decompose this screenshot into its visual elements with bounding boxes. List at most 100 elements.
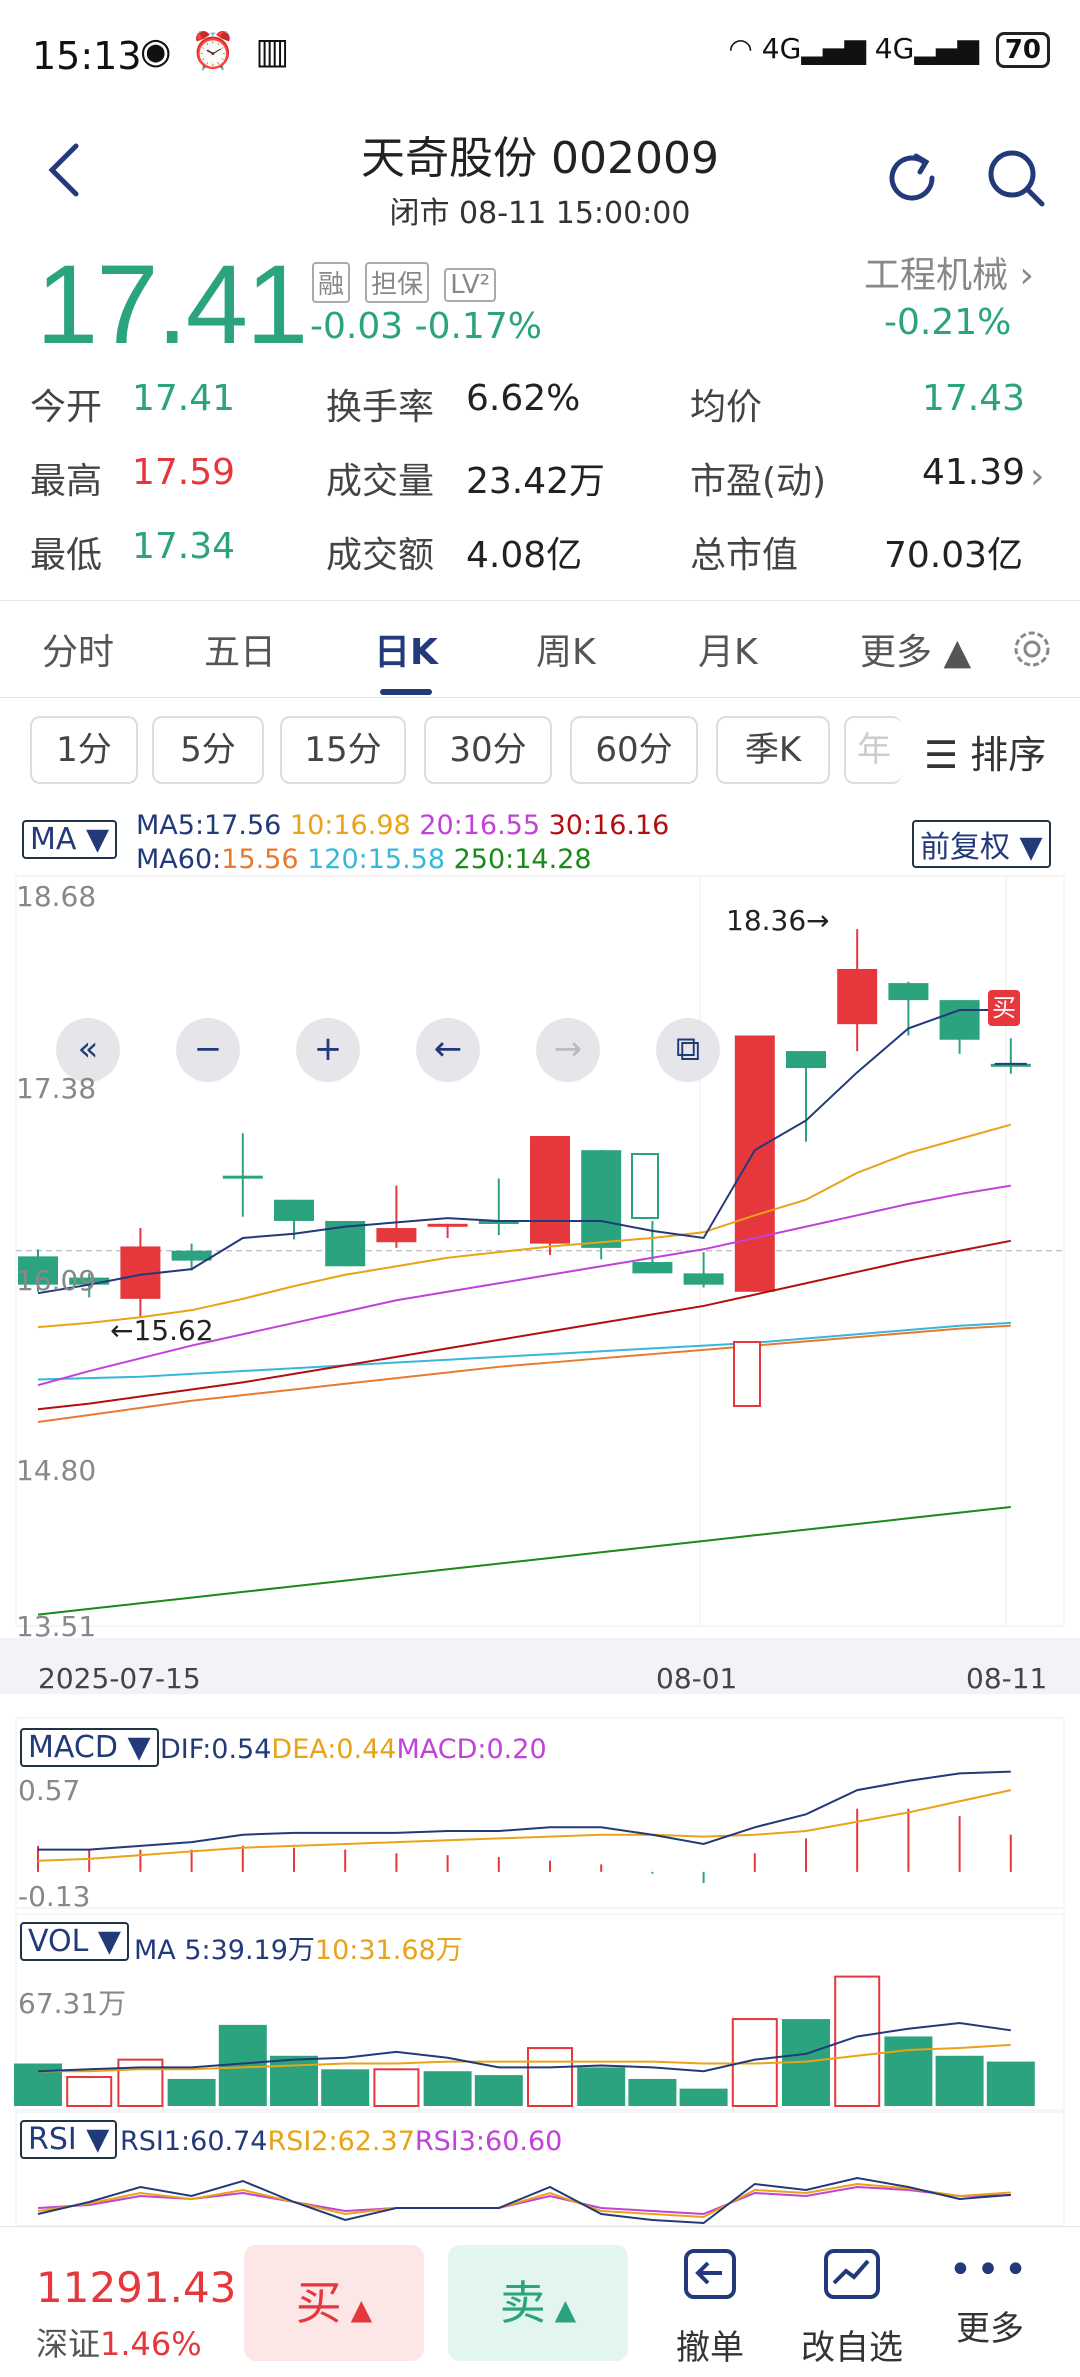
wifi-icon: ◠ bbox=[728, 32, 753, 65]
stat-turnover: 6.62% bbox=[466, 378, 581, 419]
sort-button[interactable]: ☰ 排序 bbox=[924, 724, 1046, 779]
sell-button[interactable]: 卖 ▲ bbox=[448, 2245, 628, 2361]
tab-monthly-k[interactable]: 月K bbox=[698, 623, 758, 675]
current-price: 17.41 bbox=[36, 242, 308, 367]
volume-bar bbox=[884, 2036, 933, 2106]
tab-daily-k[interactable]: 日K bbox=[374, 623, 438, 675]
legend-item: 30:16.16 bbox=[548, 810, 670, 841]
volume-bar bbox=[373, 2068, 420, 2107]
macd-dea-line bbox=[37, 1789, 1012, 1862]
candle-body bbox=[837, 968, 878, 1025]
signal-icon: ▂▄▆ bbox=[801, 32, 866, 65]
status-icons: ◉ ⏰ ▥ bbox=[140, 31, 294, 72]
stat-label: 总市值 bbox=[690, 535, 799, 576]
legend-item: DEA:0.44 bbox=[271, 1734, 397, 1765]
index-label-row[interactable]: 深证1.46% bbox=[36, 2319, 202, 2365]
buy-signal-tag[interactable]: 买 bbox=[988, 990, 1020, 1026]
kline-chart-area[interactable]: « − + ← → ⧉ MA ▼ MA5:17.56 10:16.98 20:16.55 … bbox=[0, 806, 1080, 2227]
legend-item: DIF:0.54 bbox=[160, 1734, 272, 1765]
price-adjust-selector[interactable]: 前复权 ▼ bbox=[912, 820, 1051, 868]
margin-tag[interactable]: 融 bbox=[312, 262, 351, 303]
macd-y-label: -0.13 bbox=[18, 1880, 91, 1913]
status-time: 15:13 bbox=[32, 34, 142, 78]
tab-more[interactable]: 更多 ▲ bbox=[860, 623, 971, 675]
stat-label: 成交额 bbox=[326, 535, 435, 576]
tab-intraday[interactable]: 分时 bbox=[42, 623, 114, 675]
more-button[interactable]: ••• 更多 bbox=[930, 2247, 1050, 2350]
macd-sell-marker bbox=[631, 1153, 659, 1219]
period-30min[interactable]: 30分 bbox=[424, 716, 552, 784]
refresh-icon[interactable] bbox=[880, 146, 944, 210]
stat-open: 17.41 bbox=[132, 378, 236, 419]
macd-legend: DIF:0.54DEA:0.44MACD:0.20 bbox=[160, 1734, 547, 1765]
period-quarter-k[interactable]: 季K bbox=[716, 716, 830, 784]
buy-label: 买 bbox=[295, 2276, 342, 2330]
rotate-icon[interactable]: ⧉ bbox=[676, 1029, 700, 1069]
vol-y-label: 67.31万 bbox=[18, 1987, 127, 2020]
zoom-in-icon[interactable]: + bbox=[314, 1029, 343, 1069]
tab-five-day[interactable]: 五日 bbox=[204, 623, 276, 675]
kline-chart-svg[interactable]: « − + ← → ⧉ bbox=[0, 806, 1080, 2227]
cancel-order-button[interactable]: 撤单 bbox=[650, 2247, 770, 2369]
x-axis-label: 2025-07-15 bbox=[38, 1662, 201, 1695]
legend-item: MACD:0.20 bbox=[396, 1734, 547, 1765]
index-value[interactable]: 11291.43 bbox=[36, 2263, 236, 2312]
candle-body bbox=[683, 1273, 724, 1285]
ma-legend-row2: MA60:15.56 120:15.58 250:14.28 bbox=[136, 844, 592, 875]
stat-label: 最高 bbox=[30, 461, 103, 502]
step-back-icon[interactable]: ← bbox=[434, 1029, 463, 1069]
tab-weekly-k[interactable]: 周K bbox=[536, 623, 596, 675]
period-bar: 1分 5分 15分 30分 60分 季K 年 ☰ 排序 bbox=[0, 706, 1080, 790]
chevron-right-icon[interactable]: › bbox=[1030, 456, 1044, 497]
chart-tabs: 分时 五日 日K 周K 月K 更多 ▲ bbox=[0, 600, 1080, 698]
period-60min[interactable]: 60分 bbox=[570, 716, 698, 784]
stat-avg: 17.43 bbox=[922, 378, 1026, 419]
volume-bar bbox=[679, 2088, 728, 2106]
stat-label: 均价 bbox=[690, 387, 763, 428]
volume-bar bbox=[321, 2069, 370, 2106]
tag-row: 融 担保 LV² bbox=[312, 262, 506, 303]
collateral-tag[interactable]: 担保 bbox=[365, 262, 430, 303]
level-tag[interactable]: LV² bbox=[444, 268, 497, 302]
stat-label: 换手率 bbox=[326, 387, 435, 428]
industry-link[interactable]: 工程机械 › bbox=[864, 246, 1034, 298]
stat-label: 今开 bbox=[30, 387, 103, 428]
stat-low: 17.34 bbox=[132, 526, 236, 567]
period-5min[interactable]: 5分 bbox=[152, 716, 264, 784]
edit-watchlist-button[interactable]: 改自选 bbox=[792, 2247, 912, 2369]
scroll-left-icon[interactable]: « bbox=[78, 1029, 99, 1069]
industry-change: -0.21% bbox=[884, 302, 1012, 343]
macd-selector[interactable]: MACD ▼ bbox=[20, 1728, 159, 1767]
rsi-selector[interactable]: RSI ▼ bbox=[20, 2120, 118, 2159]
y-axis-label: 17.38 bbox=[16, 1072, 97, 1105]
buy-button[interactable]: 买 ▲ bbox=[244, 2245, 424, 2361]
volume-bar bbox=[423, 2071, 472, 2106]
ma250-line bbox=[37, 1505, 1011, 1616]
macd-y-label: 0.57 bbox=[18, 1774, 81, 1807]
index-name: 深证 bbox=[36, 2325, 101, 2363]
legend-item: 250:14.28 bbox=[453, 844, 592, 875]
period-15min[interactable]: 15分 bbox=[280, 716, 406, 784]
vol-selector[interactable]: VOL ▼ bbox=[20, 1922, 129, 1961]
search-icon[interactable] bbox=[984, 146, 1048, 210]
period-1min[interactable]: 1分 bbox=[30, 716, 138, 784]
zoom-out-icon[interactable]: − bbox=[194, 1029, 223, 1069]
stat-label: 最低 bbox=[30, 535, 103, 576]
y-axis-label: 18.68 bbox=[16, 880, 97, 913]
legend-item: 15.56 bbox=[221, 844, 308, 875]
period-year-k[interactable]: 年 bbox=[844, 716, 902, 784]
candle-body bbox=[786, 1051, 826, 1069]
legend-item: 10:31.68万 bbox=[314, 1935, 463, 1966]
candle-body bbox=[530, 1136, 570, 1244]
candle-body bbox=[632, 1262, 673, 1274]
signal-icon-2: ▂▄▆ bbox=[914, 32, 979, 65]
candle-body bbox=[274, 1199, 314, 1221]
step-forward-icon[interactable]: → bbox=[554, 1029, 583, 1069]
status-bar: 15:13 ◉ ⏰ ▥ ◠ 4G▂▄▆ 4G▂▄▆ 70 bbox=[0, 0, 1080, 120]
caret-up-icon: ▲ bbox=[341, 2293, 373, 2326]
volume-bar bbox=[628, 2078, 677, 2106]
stat-label: 市盈(动) bbox=[690, 461, 827, 502]
ma-selector[interactable]: MA ▼ bbox=[22, 820, 118, 859]
settings-gear-icon[interactable] bbox=[1008, 625, 1056, 673]
candle-body bbox=[222, 1175, 263, 1179]
